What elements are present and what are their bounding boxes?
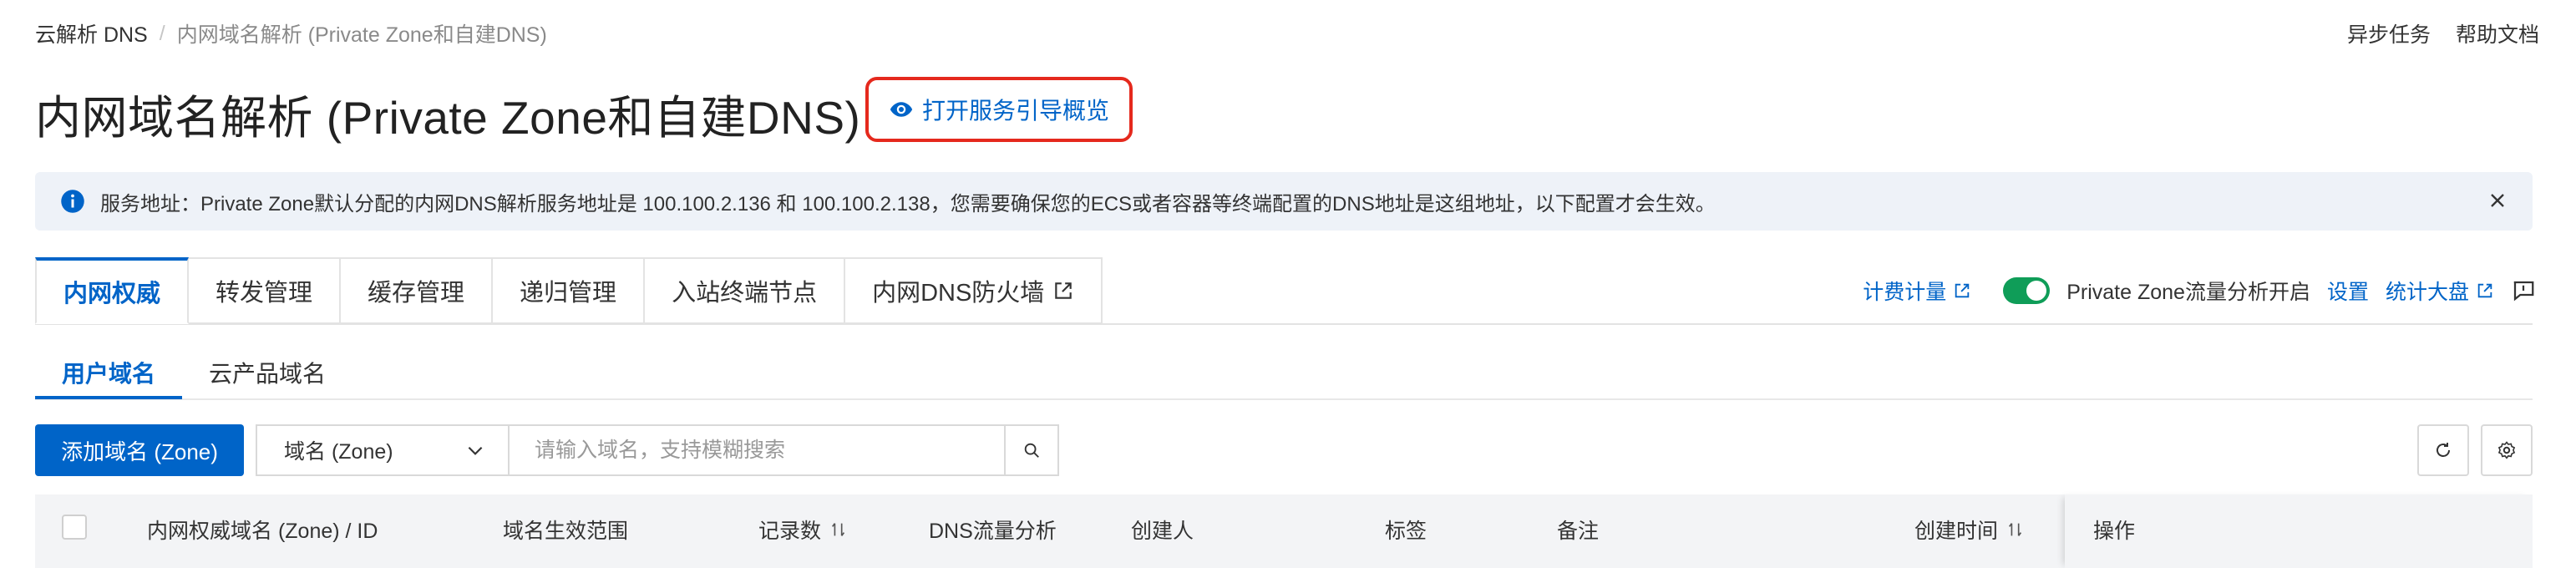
page-title: 内网域名解析 (Private Zone和自建DNS) — [35, 92, 861, 144]
async-tasks-link[interactable]: 异步任务 — [2347, 18, 2431, 48]
close-icon[interactable] — [2486, 189, 2509, 212]
tab-label: 内网DNS防火墙 — [872, 280, 1045, 307]
traffic-analysis-toggle[interactable] — [2003, 277, 2051, 304]
col-dns-analysis-label: DNS流量分析 — [929, 520, 1057, 543]
breadcrumb-current: 内网域名解析 (Private Zone和自建DNS) — [176, 23, 547, 47]
col-created[interactable]: 创建时间 — [1914, 515, 2025, 545]
external-link-icon — [1055, 282, 1072, 299]
tab-internal-authority[interactable]: 内网权威 — [35, 257, 190, 324]
tab-label: 缓存管理 — [368, 280, 465, 307]
add-zone-button[interactable]: 添加域名 (Zone) — [35, 424, 244, 476]
col-creator: 创建人 — [1131, 515, 1194, 545]
refresh-icon — [2437, 443, 2450, 457]
search-type-value: 域名 (Zone) — [284, 440, 393, 464]
right-tools: 计费计量 Private Zone流量分析开启 设置 统计大盘 — [1863, 276, 2536, 306]
dashboard-link[interactable]: 统计大盘 — [2386, 276, 2494, 306]
billing-link[interactable]: 计费计量 — [1863, 276, 1971, 306]
service-address-alert: 服务地址：Private Zone默认分配的内网DNS解析服务地址是 100.1… — [35, 172, 2533, 231]
col-actions-header: 操作 — [2093, 515, 2135, 545]
dashboard-label: 统计大盘 — [2385, 281, 2469, 304]
tab-label: 转发管理 — [216, 280, 313, 307]
search-bar: 域名 (Zone) — [256, 424, 1059, 476]
refresh-button[interactable] — [2417, 424, 2469, 476]
breadcrumb-root[interactable]: 云解析 DNS — [35, 18, 148, 48]
feedback-icon[interactable] — [2511, 278, 2536, 303]
tab-inbound-endpoint[interactable]: 入站终端节点 — [645, 257, 846, 324]
help-docs-link[interactable]: 帮助文档 — [2456, 18, 2539, 48]
col-remark: 备注 — [1557, 515, 1599, 545]
col-remark-label: 备注 — [1557, 520, 1600, 543]
tab-label: 递归管理 — [520, 280, 617, 307]
tab-dns-firewall[interactable]: 内网DNS防火墙 — [845, 257, 1103, 324]
sort-icon — [2009, 523, 2022, 536]
subtabs-divider — [35, 398, 2533, 400]
settings-link[interactable]: 设置 — [2327, 276, 2369, 306]
info-icon — [61, 190, 84, 213]
tab-cache[interactable]: 缓存管理 — [341, 257, 494, 324]
select-all-checkbox[interactable] — [62, 515, 87, 540]
sort-icon — [832, 523, 845, 536]
breadcrumb: 云解析 DNS / 内网域名解析 (Private Zone和自建DNS) — [35, 18, 547, 48]
col-tags: 标签 — [1385, 515, 1427, 545]
subtab-user-domains[interactable]: 用户域名 — [35, 349, 183, 399]
search-type-select[interactable]: 域名 (Zone) — [257, 426, 510, 474]
subtab-cloud-product-domains[interactable]: 云产品域名 — [182, 349, 352, 396]
col-dns-analysis: DNS流量分析 — [929, 515, 1057, 545]
chevron-down-icon — [468, 446, 483, 455]
sub-tabs: 用户域名 云产品域名 — [35, 349, 352, 399]
col-scope-label: 域名生效范围 — [503, 520, 629, 543]
col-tags-label: 标签 — [1385, 520, 1427, 543]
col-scope: 域名生效范围 — [503, 515, 628, 545]
column-settings-button[interactable] — [2481, 424, 2533, 476]
breadcrumb-separator: / — [159, 21, 165, 45]
tab-label: 入站终端节点 — [672, 280, 818, 307]
gear-icon — [2497, 441, 2516, 459]
tab-forwarding[interactable]: 转发管理 — [189, 257, 342, 324]
eye-icon — [890, 102, 913, 117]
col-creator-label: 创建人 — [1131, 520, 1194, 543]
tab-recursion[interactable]: 递归管理 — [493, 257, 646, 324]
billing-label: 计费计量 — [1863, 281, 1947, 304]
alert-message: 服务地址：Private Zone默认分配的内网DNS解析服务地址是 100.1… — [100, 192, 1716, 216]
col-records[interactable]: 记录数 — [758, 515, 848, 545]
col-zone: 内网权威域名 (Zone) / ID — [147, 515, 378, 545]
traffic-analysis-label: Private Zone流量分析开启 — [2066, 281, 2310, 304]
external-link-icon — [1955, 283, 1970, 298]
main-tabs: 内网权威 转发管理 缓存管理 递归管理 入站终端节点 内网DNS防火墙 — [35, 257, 1103, 326]
table-header: 内网权威域名 (Zone) / ID 域名生效范围 记录数 DNS流量分析 创建… — [35, 494, 2533, 568]
search-icon — [1024, 443, 1039, 458]
col-zone-label: 内网权威域名 (Zone) / ID — [147, 520, 378, 543]
col-actions-label: 操作 — [2093, 520, 2136, 543]
external-link-icon — [2477, 283, 2492, 298]
open-guide-label: 打开服务引导概览 — [921, 98, 1109, 124]
col-created-label: 创建时间 — [1914, 520, 1999, 543]
header-links: 异步任务 帮助文档 — [2347, 18, 2539, 48]
col-records-label: 记录数 — [758, 520, 822, 543]
open-guide-button[interactable]: 打开服务引导概览 — [865, 77, 1133, 142]
col-actions: 操作 — [2065, 494, 2533, 568]
tab-label: 内网权威 — [63, 281, 161, 307]
search-input[interactable] — [510, 426, 1004, 474]
search-button[interactable] — [1004, 426, 1057, 474]
